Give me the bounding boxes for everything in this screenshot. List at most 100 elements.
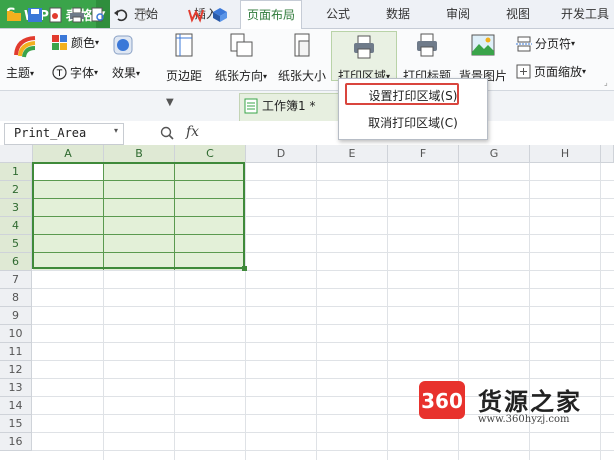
fonts-button[interactable]: T 字体 ▾: [52, 64, 98, 81]
print-icon[interactable]: [69, 7, 85, 23]
row-header-7[interactable]: 7: [0, 271, 32, 289]
colors-label: 颜色: [71, 36, 96, 50]
tab-developer[interactable]: 开发工具: [556, 0, 614, 28]
effects-button[interactable]: [112, 34, 134, 59]
undo-icon[interactable]: [113, 7, 129, 23]
margins-label: 页边距: [165, 69, 202, 83]
row-gridline: [32, 360, 614, 361]
page-scale-button[interactable]: 页面缩放 ▾: [516, 63, 586, 80]
print-titles-icon: [417, 33, 437, 57]
row-header-13[interactable]: 13: [0, 379, 32, 397]
page-scale-icon: [516, 64, 531, 79]
paper-size-label: 纸张大小: [277, 69, 326, 83]
paper-size-button[interactable]: 纸张大小: [277, 32, 327, 84]
watermark-url: www.360hyzj.com: [478, 414, 570, 425]
colors-icon: [52, 34, 67, 50]
row-header-9[interactable]: 9: [0, 307, 32, 325]
selection-border: [32, 162, 245, 269]
export-pdf-icon[interactable]: [48, 7, 64, 23]
row-header-8[interactable]: 8: [0, 289, 32, 307]
fill-handle[interactable]: [242, 266, 247, 271]
column-header-e[interactable]: E: [317, 145, 388, 163]
save-icon[interactable]: [27, 7, 43, 23]
row-header-6[interactable]: 6: [0, 253, 32, 271]
column-header-b[interactable]: B: [104, 145, 175, 163]
print-titles-button[interactable]: 打印标题: [401, 32, 453, 84]
toolbar-overflow-icon[interactable]: ▼: [166, 97, 174, 108]
effects-icon: [113, 35, 133, 55]
print-area-button[interactable]: 打印区域▾: [331, 31, 397, 83]
background-image-button[interactable]: 背景图片: [458, 32, 508, 84]
name-box-value: Print_Area: [14, 126, 87, 140]
wps-w-icon[interactable]: [188, 7, 204, 23]
column-header-h[interactable]: H: [530, 145, 601, 163]
margins-button[interactable]: 页边距: [162, 32, 206, 84]
clear-print-area-item[interactable]: 取消打印区域(C): [339, 111, 487, 135]
document-title: 工作簿1 *: [262, 99, 316, 113]
redo-icon[interactable]: [134, 7, 150, 23]
workbook-icon: [244, 98, 258, 114]
fonts-icon: T: [52, 65, 67, 80]
fonts-label: 字体: [70, 66, 95, 80]
paper-size-icon: [294, 33, 310, 57]
row-header-2[interactable]: 2: [0, 181, 32, 199]
theme-label-button[interactable]: 主题▾: [6, 64, 34, 81]
theme-button[interactable]: [6, 33, 46, 64]
row-gridline: [32, 450, 614, 451]
tab-review[interactable]: 审阅: [438, 0, 478, 28]
orientation-label: 纸张方向: [214, 69, 263, 83]
highlight-annotation-box: [345, 83, 459, 105]
colors-button[interactable]: 颜色 ▾: [52, 34, 99, 51]
row-header-14[interactable]: 14: [0, 397, 32, 415]
row-header-5[interactable]: 5: [0, 235, 32, 253]
row-header-16[interactable]: 16: [0, 433, 32, 451]
page-breaks-icon: [516, 36, 532, 51]
row-gridline: [32, 306, 614, 307]
watermark-360-logo: 360: [419, 381, 465, 419]
column-header-f[interactable]: F: [388, 145, 459, 163]
theme-icon: [14, 36, 36, 58]
row-header-11[interactable]: 11: [0, 343, 32, 361]
page-breaks-button[interactable]: 分页符 ▾: [516, 35, 575, 52]
row-header-15[interactable]: 15: [0, 415, 32, 433]
zoom-search-icon[interactable]: [160, 126, 174, 140]
row-header-1[interactable]: 1: [0, 163, 32, 181]
row-header-10[interactable]: 10: [0, 325, 32, 343]
print-preview-icon[interactable]: [90, 7, 106, 23]
page-breaks-label: 分页符: [535, 37, 572, 51]
theme-label: 主题: [6, 66, 31, 80]
row-gridline: [32, 270, 614, 271]
column-header-overflow[interactable]: [601, 145, 614, 163]
column-header-g[interactable]: G: [459, 145, 530, 163]
svg-text:360: 360: [421, 389, 463, 413]
margins-icon: [175, 33, 193, 57]
watermark-site-name: 货源之家: [478, 387, 582, 416]
ribbon-expand-icon[interactable]: ⌟: [604, 78, 608, 87]
name-box-dropdown-icon[interactable]: ▾: [114, 126, 118, 135]
select-all-corner[interactable]: [0, 145, 33, 163]
row-gridline: [32, 324, 614, 325]
column-header-d[interactable]: D: [246, 145, 317, 163]
row-header-4[interactable]: 4: [0, 217, 32, 235]
row-header-12[interactable]: 12: [0, 361, 32, 379]
tab-view[interactable]: 视图: [498, 0, 538, 28]
effects-label-button[interactable]: 效果▾: [112, 64, 140, 81]
row-gridline: [32, 342, 614, 343]
open-folder-icon[interactable]: [6, 7, 22, 23]
row-header-3[interactable]: 3: [0, 199, 32, 217]
row-gridline: [32, 288, 614, 289]
column-header-c[interactable]: C: [175, 145, 246, 163]
row-gridline: [32, 378, 614, 379]
orientation-button[interactable]: 纸张方向▾: [210, 32, 272, 84]
insert-function-button[interactable]: fx: [186, 124, 199, 140]
column-header-a[interactable]: A: [33, 145, 104, 163]
column-gridline: [387, 163, 388, 460]
svg-text:T: T: [56, 69, 63, 79]
tab-formulas[interactable]: 公式: [318, 0, 358, 28]
row-gridline: [32, 432, 614, 433]
tab-page-layout[interactable]: 页面布局: [240, 0, 302, 30]
background-image-icon: [471, 34, 495, 56]
cube-icon[interactable]: [212, 7, 228, 23]
tab-data[interactable]: 数据: [378, 0, 418, 28]
print-area-icon: [354, 35, 374, 59]
